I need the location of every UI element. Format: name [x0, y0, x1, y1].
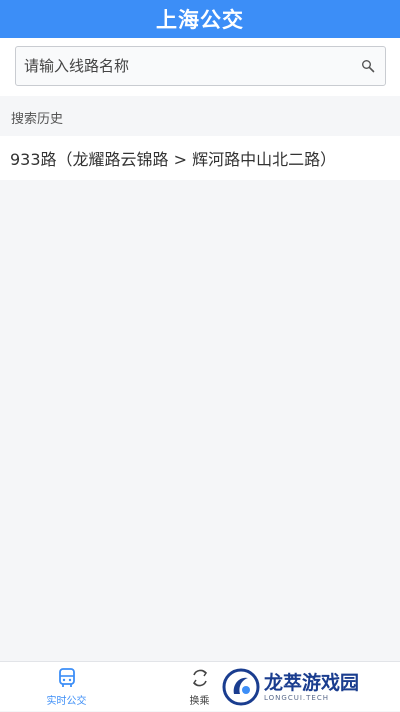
- transfer-icon: [192, 669, 207, 687]
- nav-label-realtime-bus: 实时公交: [46, 696, 87, 707]
- bus-icon: [58, 668, 75, 687]
- header-bar: 上海公交: [0, 0, 400, 38]
- search-input[interactable]: [24, 47, 354, 85]
- nav-label-transfer: 换乘: [189, 696, 210, 707]
- search-icon[interactable]: [361, 59, 375, 73]
- watermark-logo-icon: [222, 668, 260, 706]
- watermark: 龙萃游戏园 LONGCUI.TECH: [222, 665, 382, 709]
- search-history-label: 搜索历史: [11, 112, 64, 127]
- watermark-title: 龙萃游戏园: [264, 672, 360, 694]
- search-box[interactable]: [15, 46, 386, 86]
- watermark-subtitle: LONGCUI.TECH: [264, 694, 329, 702]
- search-area: [0, 38, 400, 96]
- nav-item-realtime-bus[interactable]: 实时公交: [0, 662, 133, 712]
- page-title: 上海公交: [156, 8, 244, 32]
- history-item[interactable]: 933路（龙耀路云锦路 > 辉河路中山北二路）: [0, 136, 400, 180]
- search-history-list: 933路（龙耀路云锦路 > 辉河路中山北二路）: [0, 136, 400, 180]
